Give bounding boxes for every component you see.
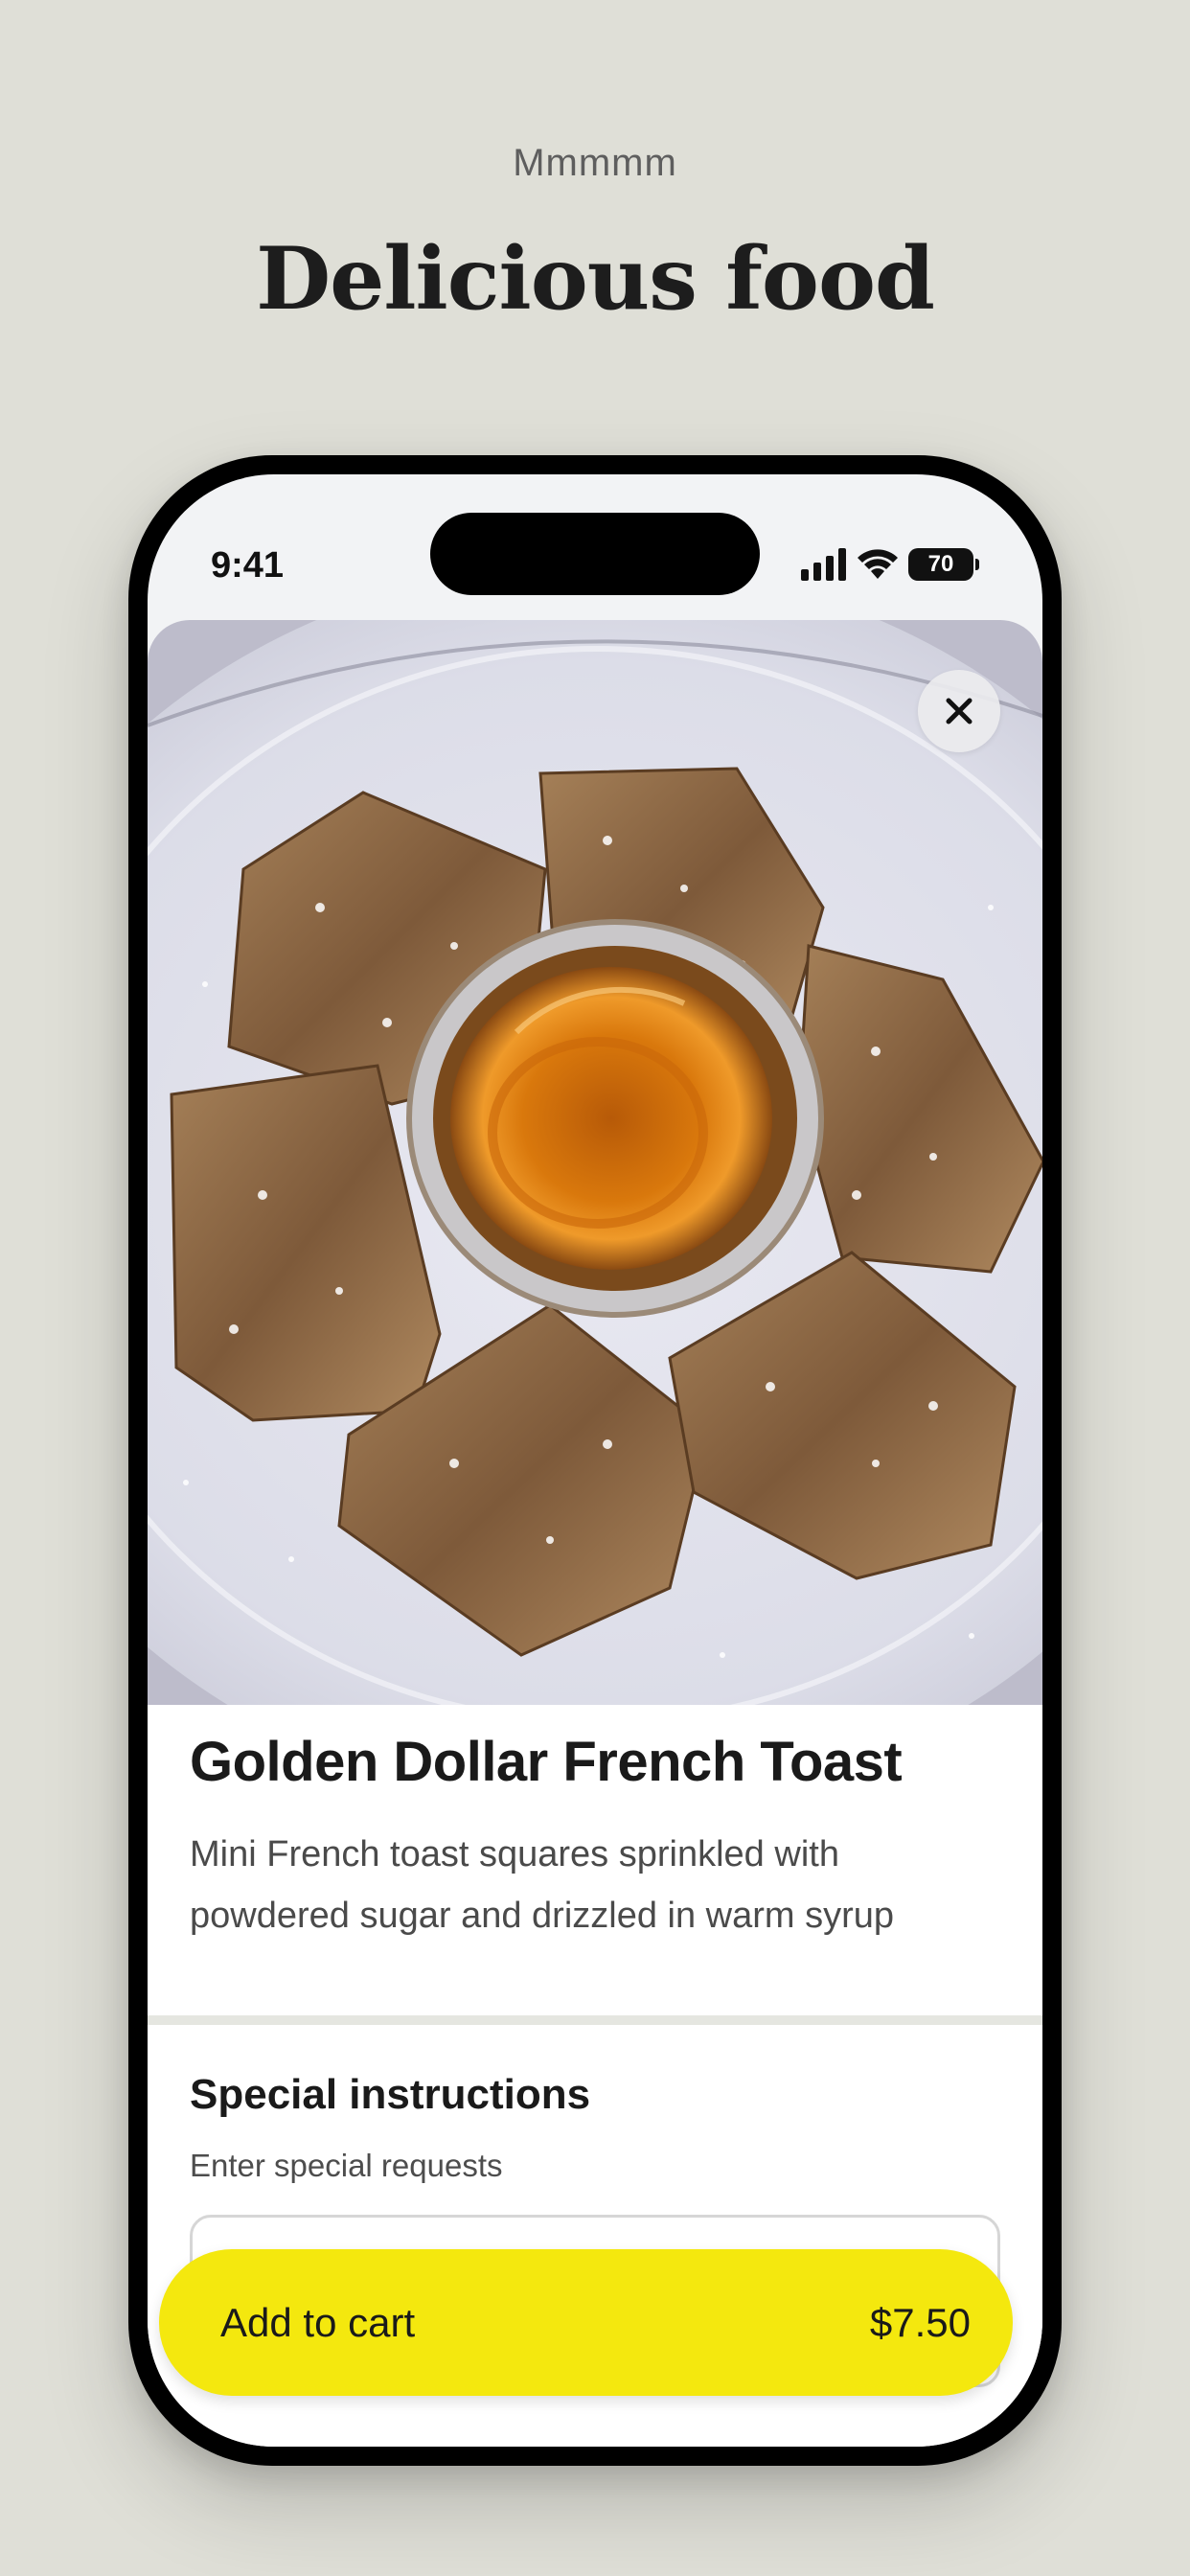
status-time: 9:41 <box>211 545 285 586</box>
item-description: Mini French toast squares sprinkled with… <box>190 1834 895 1936</box>
add-to-cart-button[interactable]: Add to cart $7.50 <box>159 2249 1013 2396</box>
headline: Delicious food <box>256 228 935 330</box>
phone-frame: 9:41 70 Golden Dollar French Toast Mini … <box>128 455 1062 2466</box>
close-icon <box>946 698 973 724</box>
special-instructions-subtitle: Enter special requests <box>190 2148 503 2183</box>
item-sheet: Golden Dollar French Toast Mini French t… <box>148 620 1042 2447</box>
close-button[interactable] <box>918 670 1000 752</box>
wifi-icon <box>858 549 898 579</box>
cart-price: $7.50 <box>869 2299 971 2345</box>
phone-screen: 9:41 70 Golden Dollar French Toast Mini … <box>148 474 1042 2447</box>
battery-level: 70 <box>908 548 973 581</box>
signal-icon <box>801 548 846 581</box>
french-toast-photo <box>148 620 1042 1705</box>
status-icons: 70 <box>801 545 979 584</box>
add-to-cart-label: Add to cart <box>220 2299 416 2345</box>
battery-icon: 70 <box>908 548 979 581</box>
eyebrow-text: Mmmmm <box>513 142 677 184</box>
item-title: Golden Dollar French Toast <box>190 1731 903 1793</box>
special-instructions-title: Special instructions <box>190 2071 591 2118</box>
promo-page: Mmmmm Delicious food 9:41 70 Golden Doll… <box>0 0 1190 2576</box>
section-divider <box>148 2015 1042 2025</box>
dynamic-island <box>430 513 760 595</box>
